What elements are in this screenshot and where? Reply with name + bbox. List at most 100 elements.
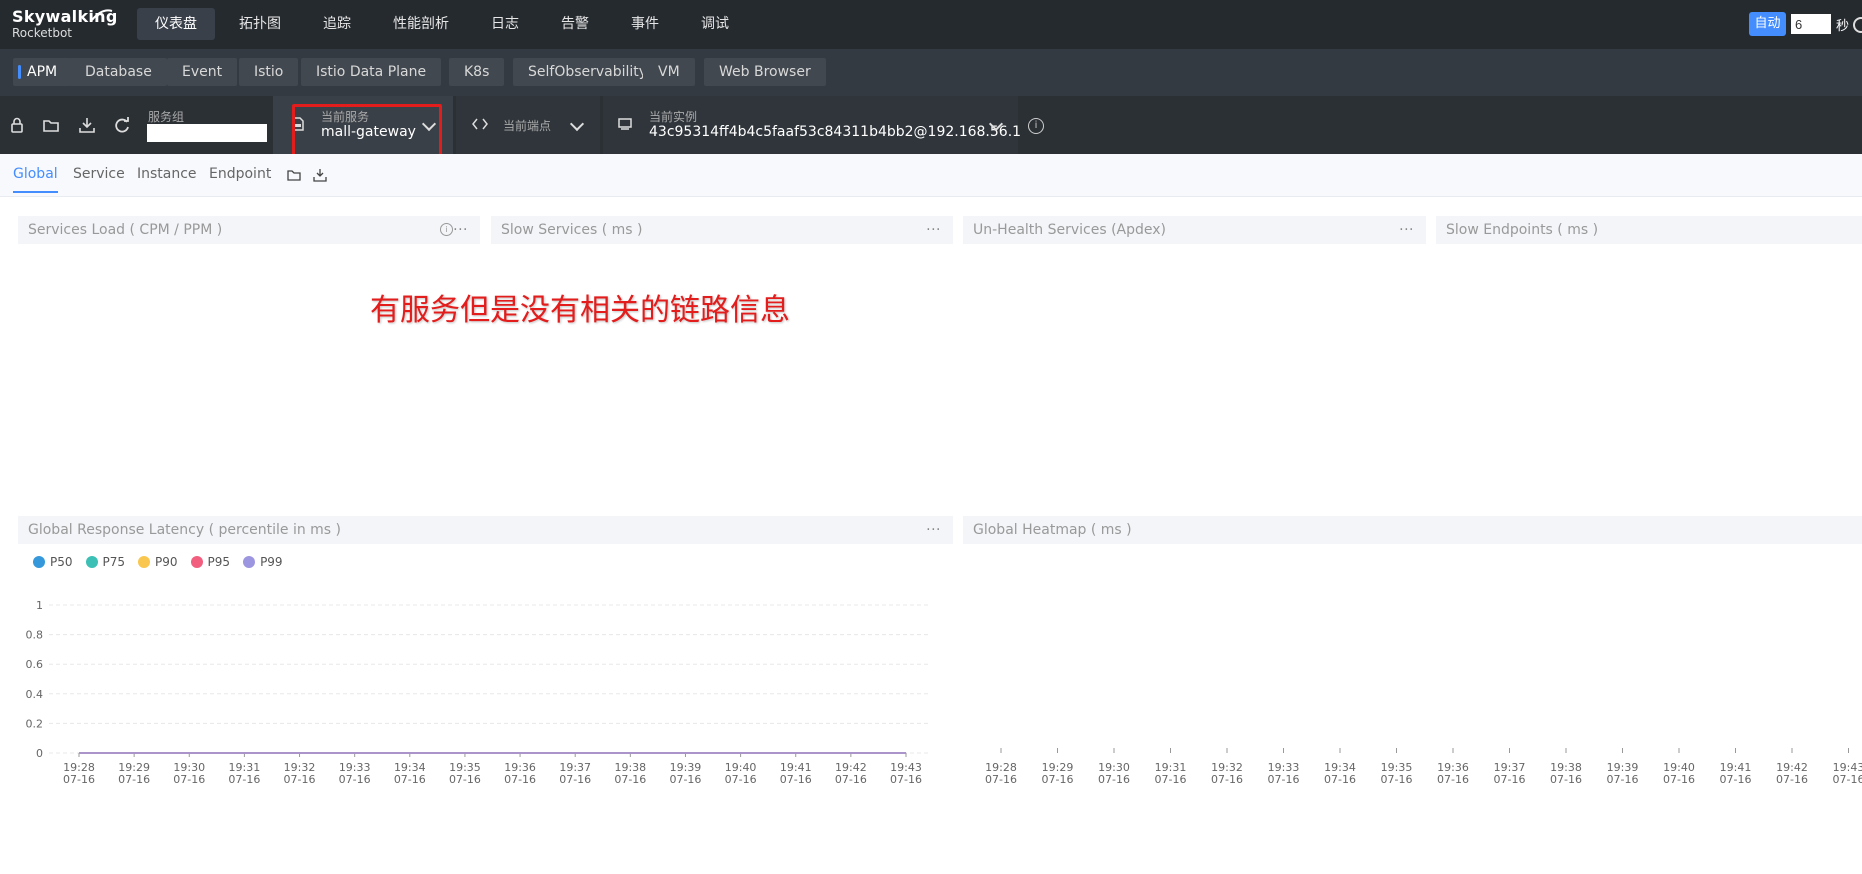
- annotation-text: 有服务但是没有相关的链路信息: [370, 293, 790, 328]
- heatmap-x-tick-date: 07-16: [1381, 773, 1413, 786]
- y-tick-label: 0.2: [26, 717, 44, 730]
- services-load-info-icon[interactable]: i: [440, 223, 453, 236]
- latency-line-chart: 00.20.40.60.8119:2807-1619:2907-1619:300…: [26, 599, 930, 786]
- x-tick-date: 07-16: [118, 773, 150, 786]
- dashboard-tab-label: APM: [27, 64, 58, 80]
- global-latency-title: Global Response Latency ( percentile in …: [28, 522, 342, 538]
- latency-legend: P50 P75 P90 P95 P99: [33, 555, 296, 569]
- endpoint-selector[interactable]: 当前端点: [456, 96, 600, 154]
- dashboard-tab-label: SelfObservability: [528, 64, 648, 80]
- dashboard-tab-event[interactable]: Event: [167, 58, 238, 86]
- import-folder-icon[interactable]: [287, 169, 301, 181]
- legend-label: P50: [50, 555, 73, 569]
- unhealth-services-menu-icon[interactable]: ···: [1399, 216, 1414, 244]
- y-tick-label: 1: [36, 599, 43, 612]
- instance-label: 当前实例: [649, 110, 698, 124]
- dashboard-subtabs: Global Service Instance Endpoint: [0, 154, 1862, 197]
- subtab-instance[interactable]: Instance: [137, 166, 197, 182]
- dashboard-toolbar: 服务组 当前服务 mall-gateway 当前端点 当前实例 43c95314…: [0, 96, 1862, 154]
- x-tick-date: 07-16: [890, 773, 922, 786]
- heatmap-x-tick-date: 07-16: [1155, 773, 1187, 786]
- dashboard-tab-istio[interactable]: Istio: [239, 58, 299, 86]
- dashboard-tab-label: Database: [85, 64, 152, 80]
- dashboard-tab-apm[interactable]: APM: [13, 58, 73, 86]
- subtab-endpoint[interactable]: Endpoint: [209, 166, 271, 182]
- subtab-global[interactable]: Global: [13, 166, 58, 193]
- legend-dot: [138, 556, 151, 568]
- nav-item-4[interactable]: 日志: [473, 8, 537, 40]
- download-icon[interactable]: [78, 116, 96, 134]
- dashboard-tab-label: VM: [658, 64, 680, 80]
- y-tick-label: 0.8: [26, 629, 44, 642]
- x-tick-date: 07-16: [63, 773, 95, 786]
- heatmap-x-tick-date: 07-16: [1494, 773, 1526, 786]
- global-heatmap-title: Global Heatmap ( ms ): [973, 522, 1132, 538]
- global-latency-menu-icon[interactable]: ···: [926, 516, 941, 544]
- refresh-icon[interactable]: [113, 116, 131, 134]
- info-icon[interactable]: i: [1028, 118, 1044, 134]
- heatmap-x-tick-date: 07-16: [1098, 773, 1130, 786]
- slow-services-menu-icon[interactable]: ···: [926, 216, 941, 244]
- y-tick-label: 0.4: [26, 688, 44, 701]
- nav-item-1[interactable]: 拓扑图: [221, 8, 299, 40]
- service-group-input[interactable]: [147, 124, 267, 142]
- legend-item-p50[interactable]: P50: [33, 555, 73, 569]
- x-tick-date: 07-16: [669, 773, 701, 786]
- folder-icon[interactable]: [42, 116, 60, 134]
- heatmap-x-tick-date: 07-16: [1042, 773, 1074, 786]
- x-tick-date: 07-16: [780, 773, 812, 786]
- x-tick-date: 07-16: [449, 773, 481, 786]
- lock-icon[interactable]: [8, 116, 26, 134]
- nav-item-3[interactable]: 性能剖析: [375, 8, 467, 40]
- endpoint-label: 当前端点: [503, 119, 552, 133]
- global-latency-panel-header: Global Response Latency ( percentile in …: [18, 516, 953, 544]
- legend-item-p99[interactable]: P99: [243, 555, 283, 569]
- instance-selector[interactable]: 当前实例 43c95314ff4b4c5faaf53c84311b4bb2@19…: [603, 96, 1022, 154]
- endpoint-chevron-down-icon: [569, 116, 585, 132]
- main-nav: 仪表盘 拓扑图 追踪 性能剖析 日志 告警 事件 调试: [137, 8, 753, 40]
- clock-icon[interactable]: [1853, 17, 1862, 33]
- dashboard-tab-selfobservability[interactable]: SelfObservability: [513, 58, 663, 86]
- services-load-menu-icon[interactable]: ···: [453, 216, 468, 244]
- legend-dot: [190, 556, 203, 568]
- dashboard-tab-k8s[interactable]: K8s: [449, 58, 505, 86]
- nav-item-0[interactable]: 仪表盘: [137, 8, 215, 40]
- legend-dot: [33, 556, 45, 568]
- legend-item-p90[interactable]: P90: [138, 555, 178, 569]
- dashboard-tab-vm[interactable]: VM: [643, 58, 695, 86]
- legend-item-p75[interactable]: P75: [85, 555, 126, 569]
- legend-label: P75: [102, 555, 126, 569]
- heatmap-x-tick-date: 07-16: [1550, 773, 1582, 786]
- slow-services-title: Slow Services ( ms ): [501, 222, 643, 238]
- global-heatmap-panel-header: Global Heatmap ( ms ): [963, 516, 1862, 544]
- heatmap-chart: 19:2807-1619:2907-1619:3007-1619:3107-16…: [985, 748, 1862, 786]
- refresh-interval-input[interactable]: [1791, 14, 1831, 34]
- dashboard-tab-label: Event: [182, 64, 223, 80]
- dashboard-tab-label: Istio Data Plane: [316, 64, 427, 80]
- x-tick-date: 07-16: [835, 773, 867, 786]
- x-tick-date: 07-16: [173, 773, 205, 786]
- heatmap-x-tick-date: 07-16: [1833, 773, 1862, 786]
- heatmap-x-tick-date: 07-16: [1720, 773, 1752, 786]
- nav-item-7[interactable]: 调试: [683, 8, 747, 40]
- subtab-service[interactable]: Service: [73, 166, 125, 182]
- nav-item-2[interactable]: 追踪: [305, 8, 369, 40]
- slow-endpoints-title: Slow Endpoints ( ms ): [1446, 222, 1599, 238]
- nav-item-6[interactable]: 事件: [613, 8, 677, 40]
- dashboard-tab-istio-data-plane[interactable]: Istio Data Plane: [301, 58, 442, 86]
- dashboard-tab-label: Istio: [254, 64, 284, 80]
- y-tick-label: 0.6: [26, 658, 44, 671]
- auto-refresh-button[interactable]: 自动: [1749, 12, 1786, 36]
- service-highlight-box: [292, 104, 442, 158]
- dashboard-tab-database[interactable]: Database: [70, 58, 167, 86]
- export-download-icon[interactable]: [313, 168, 327, 182]
- nav-item-5[interactable]: 告警: [543, 8, 607, 40]
- instance-value: 43c95314ff4b4c5faaf53c84311b4bb2@192.168…: [649, 124, 1022, 140]
- skywalking-logo[interactable]: Skywalking Rocketbot: [12, 8, 118, 41]
- x-tick-date: 07-16: [559, 773, 591, 786]
- legend-item-p95[interactable]: P95: [190, 555, 230, 569]
- x-tick-date: 07-16: [339, 773, 371, 786]
- heatmap-x-tick-date: 07-16: [1211, 773, 1243, 786]
- slow-services-panel-header: Slow Services ( ms ) ···: [491, 216, 953, 244]
- dashboard-tab-web-browser[interactable]: Web Browser: [704, 58, 826, 86]
